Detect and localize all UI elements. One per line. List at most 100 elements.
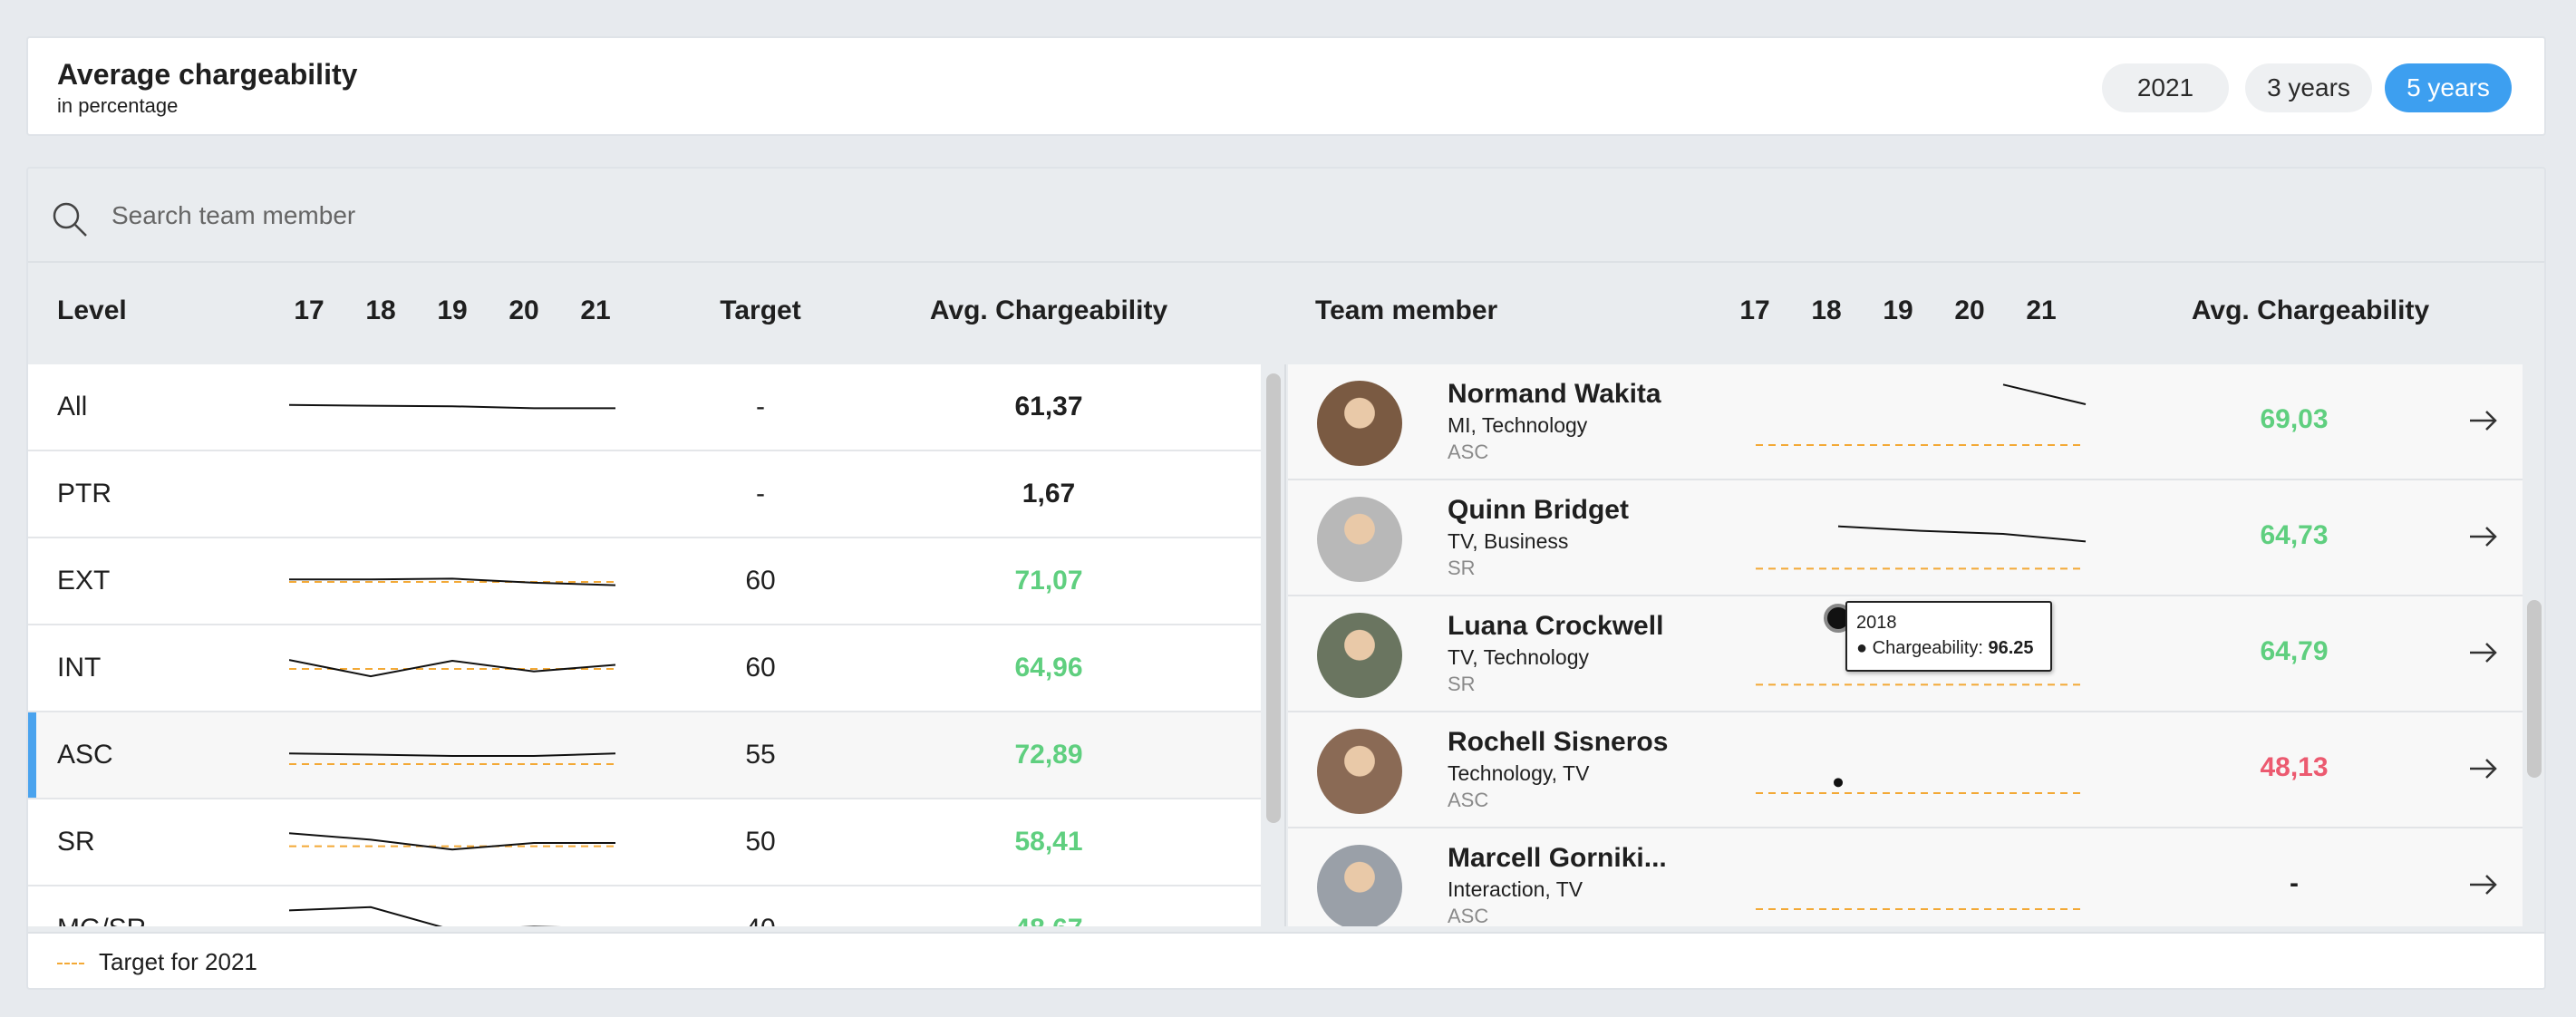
column-header-year: 17 — [294, 295, 324, 325]
tooltip-year: 2018 — [1856, 613, 1897, 633]
team-member-row[interactable]: Normand Wakita MI, Technology ASC 69,03 — [1288, 364, 2523, 480]
level-trend-sparkline — [289, 832, 615, 851]
member-level: SR — [1448, 673, 1476, 695]
column-header-target[interactable]: Target — [720, 295, 800, 326]
level-target: - — [756, 479, 765, 508]
member-level: ASC — [1448, 905, 1489, 926]
column-header-year: 17 — [1739, 295, 1770, 325]
member-department: Technology, TV — [1448, 761, 1590, 785]
column-header-year: 21 — [580, 295, 611, 325]
team-member-row[interactable]: Quinn Bridget TV, Business SR 64,73 — [1288, 480, 2523, 596]
level-trend-sparkline — [289, 403, 615, 410]
member-avg-chargeability: 64,79 — [2260, 636, 2329, 666]
selected-indicator — [28, 712, 36, 798]
column-header-year: 18 — [1811, 295, 1842, 325]
arrow-right-icon[interactable] — [2466, 636, 2499, 669]
column-header-year: 21 — [2026, 295, 2057, 325]
level-trend-sparkline — [289, 577, 615, 586]
level-target: 60 — [745, 653, 776, 683]
member-name: Normand Wakita — [1448, 379, 1661, 409]
avatar — [1317, 497, 1402, 582]
trend-line — [289, 752, 615, 757]
trend-line — [1837, 525, 2087, 543]
level-row[interactable]: MG/SR 40 48,67 — [28, 886, 1261, 926]
level-row[interactable]: EXT 60 71,07 — [28, 538, 1261, 625]
level-target: - — [756, 392, 765, 421]
chart-legend: Target for 2021 — [28, 932, 2544, 988]
trend-line — [289, 577, 615, 586]
column-header-team-member[interactable]: Team member — [1315, 295, 1497, 326]
avatar — [1317, 613, 1402, 698]
column-header-avg-chargeability[interactable]: Avg. Chargeability — [2192, 295, 2429, 326]
level-name: MG/SR — [57, 914, 146, 926]
level-name: EXT — [57, 566, 111, 596]
level-target: 50 — [745, 827, 776, 857]
avatar — [1317, 381, 1402, 466]
column-header-year: 20 — [508, 295, 539, 325]
member-level: ASC — [1448, 441, 1489, 463]
range-button-2021[interactable]: 2021 — [2102, 63, 2229, 112]
column-header-year: 19 — [437, 295, 468, 325]
arrow-right-icon[interactable] — [2466, 868, 2499, 901]
search-bar — [28, 169, 2544, 263]
avatar — [1317, 845, 1402, 926]
search-input[interactable] — [111, 196, 927, 236]
column-header-year: 20 — [1954, 295, 1985, 325]
member-level: SR — [1448, 557, 1476, 579]
team-member-row[interactable]: Marcell Gorniki... Interaction, TV ASC - — [1288, 828, 2523, 926]
level-row[interactable]: SR 50 58,41 — [28, 799, 1261, 886]
level-trend-sparkline — [289, 906, 562, 926]
member-department: MI, Technology — [1448, 413, 1588, 437]
team-member-row[interactable]: Rochell Sisneros Technology, TV ASC 48,13 — [1288, 712, 2523, 828]
target-dash-icon — [57, 963, 84, 964]
member-avg-chargeability: - — [2290, 868, 2299, 898]
arrow-right-icon[interactable] — [2466, 520, 2499, 553]
header-card: Average chargeability in percentage 2021… — [26, 36, 2546, 136]
team-member-table-scrollbar[interactable] — [2527, 600, 2542, 778]
range-button-5-years[interactable]: 5 years — [2385, 63, 2512, 112]
member-avg-chargeability: 64,73 — [2260, 520, 2329, 550]
member-name: Quinn Bridget — [1448, 495, 1629, 525]
column-header-avg-chargeability[interactable]: Avg. Chargeability — [930, 295, 1167, 326]
member-level: ASC — [1448, 789, 1489, 811]
tooltip-value-line: ● Chargeability: 96.25 — [1856, 638, 2034, 658]
page-title: Average chargeability — [57, 58, 358, 91]
level-name: PTR — [57, 479, 111, 508]
avatar — [1317, 729, 1402, 814]
arrow-right-icon[interactable] — [2466, 752, 2499, 785]
table-divider — [1284, 364, 1286, 926]
level-name: ASC — [57, 740, 113, 770]
level-trend-sparkline — [289, 752, 615, 765]
level-target: 55 — [745, 740, 776, 770]
level-avg-chargeability: 48,67 — [1014, 914, 1082, 926]
level-avg-chargeability: 71,07 — [1014, 566, 1083, 596]
level-row[interactable]: PTR - 1,67 — [28, 451, 1261, 538]
member-department: Interaction, TV — [1448, 877, 1583, 901]
member-name: Marcell Gorniki... — [1448, 843, 1667, 873]
trend-line — [289, 659, 615, 678]
level-name: All — [57, 392, 88, 421]
member-trend-sparkline — [1756, 525, 2087, 570]
member-trend-sparkline — [1756, 383, 2087, 446]
level-avg-chargeability: 61,37 — [1014, 392, 1083, 421]
member-name: Rochell Sisneros — [1448, 727, 1669, 757]
legend-label: Target for 2021 — [99, 948, 257, 975]
member-avg-chargeability: 48,13 — [2260, 752, 2329, 782]
member-trend-sparkline — [1756, 778, 2086, 794]
member-avg-chargeability: 69,03 — [2260, 404, 2329, 434]
tooltip-label: Chargeability: — [1872, 638, 1983, 658]
member-name: Luana Crockwell — [1448, 611, 1664, 641]
range-button-3-years[interactable]: 3 years — [2245, 63, 2372, 112]
column-header-level[interactable]: Level — [57, 295, 127, 326]
level-row[interactable]: INT 60 64,96 — [28, 625, 1261, 712]
level-row[interactable]: ASC 55 72,89 — [28, 712, 1261, 799]
level-target: 40 — [745, 914, 775, 926]
level-table-scrollbar[interactable] — [1266, 373, 1281, 823]
page-subtitle: in percentage — [57, 94, 179, 117]
arrow-right-icon[interactable] — [2466, 404, 2499, 437]
column-header-year: 19 — [1883, 295, 1913, 325]
search-icon — [53, 202, 87, 237]
level-avg-chargeability: 1,67 — [1022, 479, 1076, 508]
member-department: TV, Technology — [1448, 645, 1590, 669]
level-row[interactable]: All - 61,37 — [28, 364, 1261, 451]
